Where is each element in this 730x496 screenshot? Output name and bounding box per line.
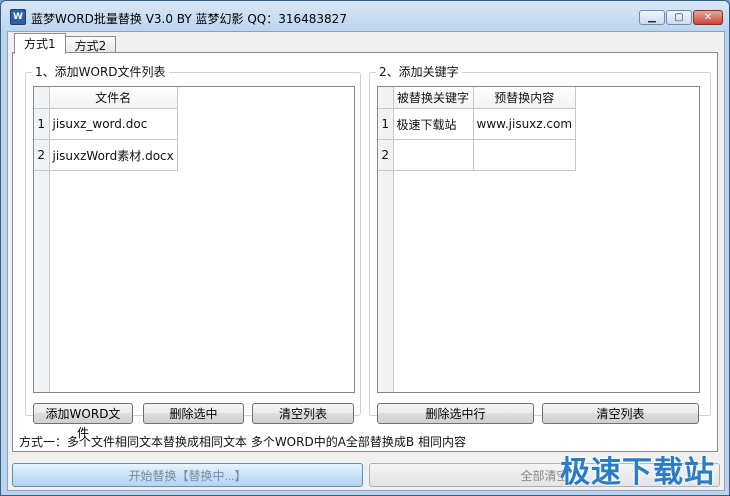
- file-table: 文件名 1 jisuxz_word.doc 2 jisuxzWord素材.doc…: [34, 87, 178, 171]
- start-replace-button[interactable]: 开始替换【替换中...】: [12, 463, 363, 487]
- row-number: 1: [34, 108, 50, 140]
- mode-description: 方式一：多个文件相同文本替换成相同文本 多个WORD中的A全部替换成B 相同内容: [19, 435, 466, 449]
- client-area: 方式1 方式2 1、添加WORD文件列表 文件名 1 jisuxz_word.d…: [7, 31, 725, 491]
- row-number: 2: [378, 139, 394, 171]
- file-list-grid[interactable]: 文件名 1 jisuxz_word.doc 2 jisuxzWord素材.doc…: [33, 86, 355, 393]
- corner-cell: [378, 87, 394, 109]
- clear-keyword-list-button[interactable]: 清空列表: [542, 403, 699, 424]
- filename-cell[interactable]: jisuxz_word.doc: [49, 108, 178, 140]
- close-button[interactable]: ✕: [693, 10, 723, 25]
- tab-mode-1[interactable]: 方式1: [14, 33, 66, 54]
- file-list-group-title: 1、添加WORD文件列表: [32, 65, 169, 79]
- maximize-icon: ▢: [674, 12, 684, 23]
- filename-cell[interactable]: jisuxzWord素材.docx: [49, 139, 178, 171]
- table-row[interactable]: 2: [378, 139, 577, 171]
- table-row[interactable]: 1 极速下载站 www.jisuxz.com: [378, 108, 577, 140]
- filename-header[interactable]: 文件名: [49, 87, 178, 109]
- title-bar[interactable]: W 蓝梦WORD批量替换 V3.0 BY 蓝梦幻影 QQ：316483827 ▁…: [1, 1, 729, 31]
- window-controls: ▁ ▢ ✕: [638, 10, 723, 25]
- delete-selected-button[interactable]: 删除选中: [143, 403, 244, 424]
- keyword-header[interactable]: 被替换关键字: [393, 87, 474, 109]
- app-window: W 蓝梦WORD批量替换 V3.0 BY 蓝梦幻影 QQ：316483827 ▁…: [0, 0, 730, 496]
- watermark-logo: 极速下载站: [560, 455, 715, 490]
- keyword-group: 2、添加关键字 被替换关键字 预替换内容 1 极速下载站 www.jisuxz.…: [369, 65, 711, 424]
- table-row[interactable]: 1 jisuxz_word.doc: [34, 108, 178, 140]
- corner-cell: [34, 87, 50, 109]
- tab-panel-mode-1: 1、添加WORD文件列表 文件名 1 jisuxz_word.doc 2 jis…: [12, 52, 718, 452]
- replace-cell[interactable]: www.jisuxz.com: [473, 108, 577, 140]
- maximize-button[interactable]: ▢: [666, 10, 692, 25]
- add-word-file-button[interactable]: 添加WORD文件: [33, 403, 133, 440]
- keyword-table-header: 被替换关键字 预替换内容: [378, 87, 577, 109]
- keyword-grid[interactable]: 被替换关键字 预替换内容 1 极速下载站 www.jisuxz.com 2: [377, 86, 700, 393]
- table-row[interactable]: 2 jisuxzWord素材.docx: [34, 139, 178, 171]
- replace-cell[interactable]: [473, 139, 577, 171]
- keyword-group-title: 2、添加关键字: [376, 65, 462, 79]
- word-app-icon[interactable]: W: [10, 9, 26, 25]
- close-icon: ✕: [703, 12, 713, 23]
- replace-header[interactable]: 预替换内容: [473, 87, 577, 109]
- keyword-cell[interactable]: 极速下载站: [393, 108, 474, 140]
- row-number: 2: [34, 139, 50, 171]
- file-table-header: 文件名: [34, 87, 178, 109]
- window-title: 蓝梦WORD批量替换 V3.0 BY 蓝梦幻影 QQ：316483827: [31, 12, 347, 26]
- delete-selected-row-button[interactable]: 删除选中行: [377, 403, 534, 424]
- minimize-icon: ▁: [648, 12, 656, 23]
- minimize-button[interactable]: ▁: [639, 10, 665, 25]
- keyword-table: 被替换关键字 预替换内容 1 极速下载站 www.jisuxz.com 2: [378, 87, 577, 171]
- keyword-cell[interactable]: [393, 139, 474, 171]
- row-number: 1: [378, 108, 394, 140]
- file-list-group: 1、添加WORD文件列表 文件名 1 jisuxz_word.doc 2 jis…: [25, 65, 361, 440]
- clear-list-button[interactable]: 清空列表: [252, 403, 354, 424]
